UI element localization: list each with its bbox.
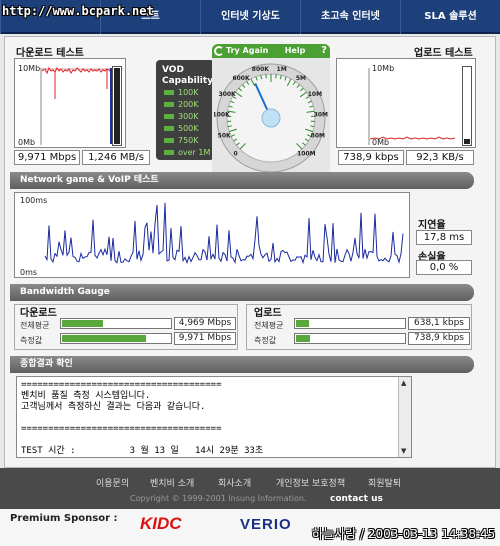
nav-item-weather[interactable]: 인터넷 기상도: [200, 0, 300, 34]
download-measured-track: [60, 333, 172, 344]
upload-bottom-label: 0Mb: [372, 138, 390, 147]
vod-level-750k: 750K: [164, 136, 199, 146]
vod-capability-panel: VOD Capability 100K 200K 300K 500K 750K …: [156, 60, 214, 160]
gauge-tick-label: 10M: [308, 91, 322, 98]
download-test-title: 다운로드 테스트: [16, 48, 84, 59]
bandwidth-section-bar: Bandwidth Gauge: [10, 284, 474, 301]
footer-link-privacy[interactable]: 개인정보 보호정책: [276, 476, 345, 489]
upload-top-label: 10Mb: [372, 64, 395, 73]
gauge-tick-label: 5M: [296, 75, 306, 82]
vod-title: VOD Capability: [162, 65, 213, 87]
footer-link-withdraw[interactable]: 회원탈퇴: [368, 476, 401, 489]
upload-measured-label: 측정값: [254, 336, 277, 345]
bandwidth-download-title: 다운로드: [20, 308, 57, 319]
footer-link-inquiry[interactable]: 이용문의: [96, 476, 129, 489]
result-textarea[interactable]: ===================================== 벤치…: [16, 376, 412, 458]
gauge-tick-label: 30M: [314, 111, 328, 118]
upload-avg-label: 전체평균: [254, 321, 284, 330]
capture-timestamp: 하늘사랑 / 2003-03-13 14:38:45: [312, 527, 496, 541]
latency-top-label: 100ms: [20, 196, 48, 205]
vod-level-100k: 100K: [164, 88, 199, 98]
vod-title-line2: Capability: [162, 76, 214, 86]
gauge-tick-label: 100K: [214, 111, 230, 118]
upload-kbs-readout: 92,3 KB/s: [406, 150, 474, 165]
upload-graph: [336, 58, 476, 148]
scroll-down-icon[interactable]: ▼: [401, 447, 406, 455]
refresh-icon: [214, 46, 224, 56]
gauge-tick-label: 50K: [218, 132, 231, 139]
gauge-tick-label: 1M: [277, 66, 287, 73]
gauge-tick-label: 300K: [219, 91, 237, 98]
vod-level-500k: 500K: [164, 124, 199, 134]
upload-kbps-readout: 738,9 kbps: [338, 150, 404, 165]
upload-test-title: 업로드 테스트: [414, 48, 473, 59]
download-measured-value: 9,971 Mbps: [174, 332, 236, 345]
bandwidth-upload-title: 업로드: [254, 308, 282, 319]
gauge-tick-label: 80M: [311, 132, 325, 139]
footer-link-about-benchbee[interactable]: 벤치비 소개: [150, 476, 194, 489]
upload-avg-fill: [296, 320, 309, 327]
upload-avg-value: 638,1 kbps: [408, 317, 470, 330]
network-latency-line: [44, 202, 404, 265]
upload-measured-value: 738,9 kbps: [408, 332, 470, 345]
copyright-text: Copyright © 1999-2001 Insung Information…: [130, 494, 307, 503]
verio-logo[interactable]: VERIO: [240, 516, 292, 533]
loss-value: 0,0 %: [416, 260, 472, 275]
upload-avg-track: [294, 318, 406, 329]
kidc-logo[interactable]: KIDC: [140, 514, 182, 534]
speed-gauge-dial: 0 50K 100K 300K 600K800K 1M 5M 10M 30M 80M 100M: [214, 63, 328, 173]
upload-graph-line: [368, 68, 456, 145]
vod-level-200k: 200K: [164, 100, 199, 110]
nav-item-sla[interactable]: SLA 솔루션: [400, 0, 500, 34]
gauge-tick-label: 800K: [252, 66, 270, 73]
download-avg-value: 4,969 Mbps: [174, 317, 236, 330]
vod-level-over1m: over 1M: [164, 148, 210, 158]
url-watermark: http://www.bcpark.net: [2, 4, 154, 18]
nav-item-highspeed[interactable]: 초고속 인터넷: [300, 0, 400, 34]
network-section-bar: Network game & VoIP 테스트: [10, 172, 474, 189]
download-mbps-readout: 9,971 Mbps: [14, 150, 80, 165]
vod-title-line1: VOD: [162, 65, 184, 75]
contact-us-link[interactable]: contact us: [330, 494, 383, 504]
latency-bottom-label: 0ms: [20, 268, 38, 277]
latency-label: 지연율: [418, 220, 446, 231]
download-bottom-label: 0Mb: [18, 138, 36, 147]
upload-level-bar: [462, 66, 472, 146]
download-mbs-readout: 1,246 MB/s: [82, 150, 150, 165]
download-measured-fill: [62, 335, 147, 342]
download-top-label: 10Mb: [18, 64, 41, 73]
footer-link-company[interactable]: 회사소개: [218, 476, 251, 489]
download-avg-label: 전체평균: [20, 321, 50, 330]
latency-value: 17,8 ms: [416, 230, 472, 245]
result-section-bar: 종합결과 확인: [10, 356, 474, 373]
download-level-bar: [112, 66, 122, 146]
result-scrollbar[interactable]: ▲ ▼: [398, 377, 411, 457]
gauge-tick-label: 600K: [232, 75, 250, 82]
download-avg-fill: [62, 320, 104, 327]
network-latency-graph: [14, 192, 410, 278]
scroll-up-icon[interactable]: ▲: [401, 379, 406, 387]
gauge-hub: [261, 108, 281, 128]
upload-measured-fill: [296, 335, 311, 342]
vod-level-300k: 300K: [164, 112, 199, 122]
help-question-icon[interactable]: ?: [318, 44, 330, 58]
download-avg-track: [60, 318, 172, 329]
sponsor-label: Premium Sponsor :: [10, 513, 118, 524]
gauge-tick-label: 100M: [297, 150, 316, 157]
upload-measured-track: [294, 333, 406, 344]
download-measured-label: 측정값: [20, 336, 43, 345]
gauge-tick-label: 0: [234, 150, 238, 157]
help-button[interactable]: Help: [270, 44, 320, 58]
